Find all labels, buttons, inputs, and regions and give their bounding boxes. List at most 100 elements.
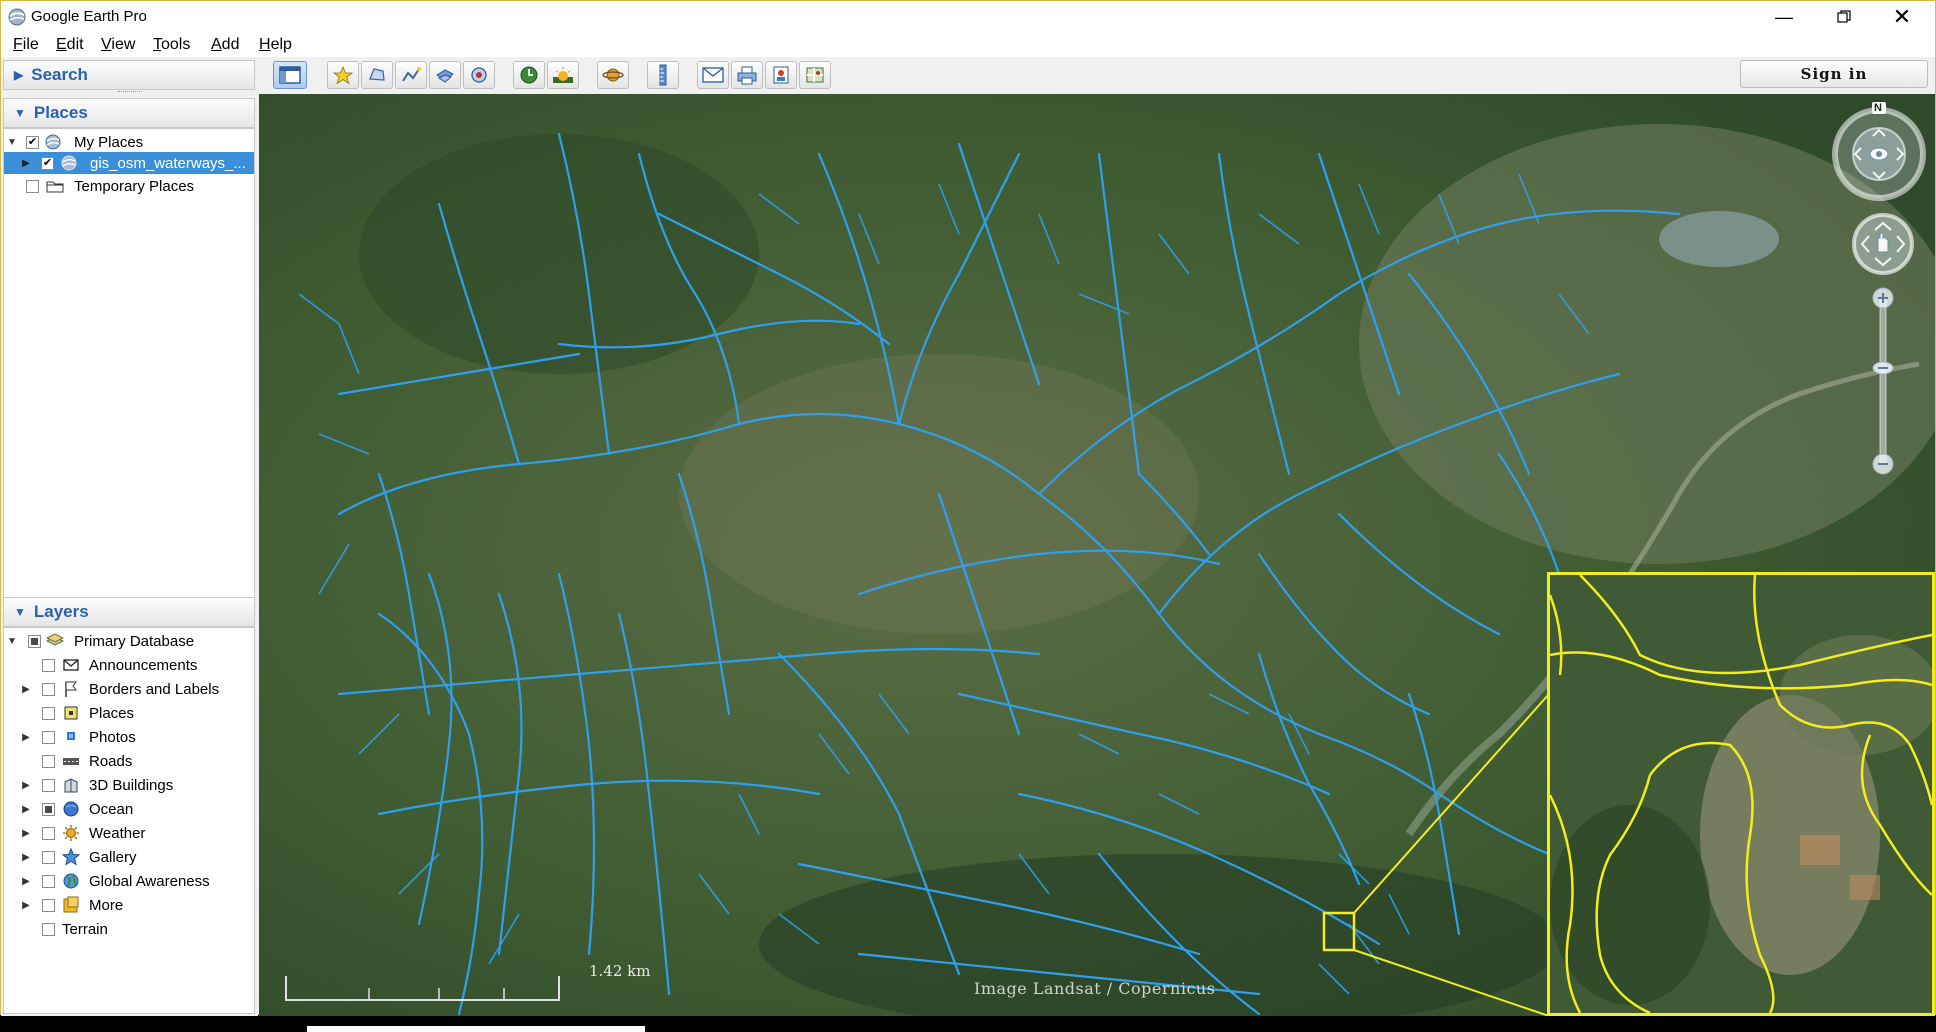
temporary-places-checkbox[interactable] [26,179,39,193]
add-image-overlay-button[interactable] [429,61,461,89]
layer-checkbox[interactable] [42,706,55,720]
path-icon [402,67,421,82]
window-title: Google Earth Pro [31,8,147,25]
layer-places[interactable]: Places [4,702,254,724]
layer-ocean[interactable]: ▶ Ocean [4,798,254,820]
add-path-button[interactable] [395,61,427,89]
save-image-button[interactable] [765,61,797,89]
search-header-label: Search [31,65,88,84]
layer-gallery[interactable]: ▶ Gallery [4,846,254,868]
kml-layer-icon [61,155,77,171]
placemark-icon [333,65,353,85]
record-tour-button[interactable] [463,61,495,89]
minimize-button[interactable]: — [1761,1,1807,33]
historical-imagery-button[interactable] [513,61,545,89]
expand-arrow-icon[interactable]: ▶ [20,804,32,815]
splitter-grip[interactable] [118,91,142,95]
layer-weather[interactable]: ▶ Weather [4,822,254,844]
layer-checkbox[interactable] [42,778,55,792]
layer-announcements[interactable]: Announcements [4,654,254,676]
view-in-google-maps-button[interactable] [799,61,831,89]
primary-database-checkbox[interactable] [28,634,41,648]
expand-arrow-icon[interactable]: ▶ [20,158,32,169]
places-panel-header[interactable]: ▼ Places [3,98,255,128]
tree-item-waterways[interactable]: ▶ ✔ gis_osm_waterways_... [4,152,254,174]
expand-arrow-icon[interactable]: ▶ [20,876,32,887]
print-icon [737,66,757,85]
sidebar-toggle-button[interactable] [273,61,307,89]
earth-map-view[interactable]: 1.42 km Image Landsat / Copernicus N [259,94,1935,1016]
layer-checkbox[interactable] [42,874,55,888]
record-tour-icon [471,67,487,83]
menu-help[interactable]: Help [259,36,292,54]
compass-north-label[interactable]: N [1874,102,1882,114]
layer-roads[interactable]: Roads [4,750,254,772]
layers-panel-header[interactable]: ▼ Layers [3,597,255,627]
expand-arrow-icon[interactable]: ▶ [20,828,32,839]
menu-add[interactable]: Add [211,36,239,54]
layer-checkbox[interactable] [42,898,55,912]
layer-label: Terrain [62,920,108,938]
my-places-checkbox[interactable]: ✔ [26,135,39,149]
look-control[interactable] [1829,102,1929,202]
save-image-icon [773,66,789,84]
layers-header-label: Layers [33,602,89,621]
layer-label: Ocean [89,800,134,818]
layer-checkbox[interactable] [42,922,55,936]
expand-arrow-icon[interactable]: ▶ [20,852,32,863]
layer-checkbox[interactable] [42,850,55,864]
ruler-icon [659,64,667,86]
menu-view[interactable]: View [101,36,135,54]
add-polygon-button[interactable] [361,61,393,89]
layer-label: Global Awareness [89,872,210,890]
layer-checkbox[interactable] [42,730,55,744]
sunlight-button[interactable] [547,61,579,89]
layer-label: Primary Database [74,632,195,650]
expand-arrow-icon[interactable]: ▼ [6,137,18,148]
layer-more[interactable]: ▶ More [4,894,254,916]
menu-file[interactable]: File [13,36,39,54]
polygon-icon [369,68,385,81]
ruler-button[interactable] [647,61,679,89]
add-placemark-button[interactable] [327,61,359,89]
view-in-maps-icon [806,67,824,83]
places-square-icon [64,706,78,720]
building-icon [64,778,78,793]
expand-arrow-icon[interactable]: ▶ [20,900,32,911]
tree-item-temporary-places[interactable]: Temporary Places [4,175,254,197]
scale-label: 1.42 km [589,962,651,980]
layer-terrain[interactable]: Terrain [4,918,254,940]
layer-checkbox[interactable] [42,682,55,696]
layer-global-awareness[interactable]: ▶ Global Awareness [4,870,254,892]
expand-arrow-icon[interactable]: ▶ [20,684,32,695]
layer-borders-labels[interactable]: ▶ Borders and Labels [4,678,254,700]
sun-icon [63,825,79,841]
zoom-slider[interactable] [1871,286,1895,476]
menu-edit[interactable]: Edit [56,36,84,54]
tree-item-my-places[interactable]: ▼ ✔ My Places [4,131,254,153]
layer-checkbox[interactable] [42,826,55,840]
search-panel-header[interactable]: ▶ Search [3,60,255,90]
email-button[interactable] [697,61,729,89]
layer-primary-database[interactable]: ▼ Primary Database [4,630,254,652]
maximize-button[interactable] [1821,1,1867,33]
layer-checkbox[interactable] [42,658,55,672]
expand-arrow-icon[interactable]: ▶ [20,780,32,791]
menu-tools[interactable]: Tools [153,36,190,54]
close-button[interactable]: ✕ [1879,1,1925,33]
print-button[interactable] [731,61,763,89]
switch-planet-button[interactable] [597,61,629,89]
expand-arrow-icon[interactable]: ▼ [6,636,18,647]
layer-3d-buildings[interactable]: ▶ 3D Buildings [4,774,254,796]
sign-in-button[interactable]: Sign in [1740,60,1928,88]
layer-checkbox[interactable] [42,754,55,768]
layer-photos[interactable]: ▶ Photos [4,726,254,748]
expand-arrow-icon[interactable]: ▶ [20,732,32,743]
waterways-checkbox[interactable]: ✔ [41,156,54,170]
toolbar [259,58,1935,94]
layer-checkbox[interactable] [42,802,55,816]
move-control[interactable] [1851,212,1915,276]
layer-label: Announcements [89,656,198,674]
collapsed-triangle-icon: ▶ [14,68,24,82]
scale-bar [285,976,560,1001]
